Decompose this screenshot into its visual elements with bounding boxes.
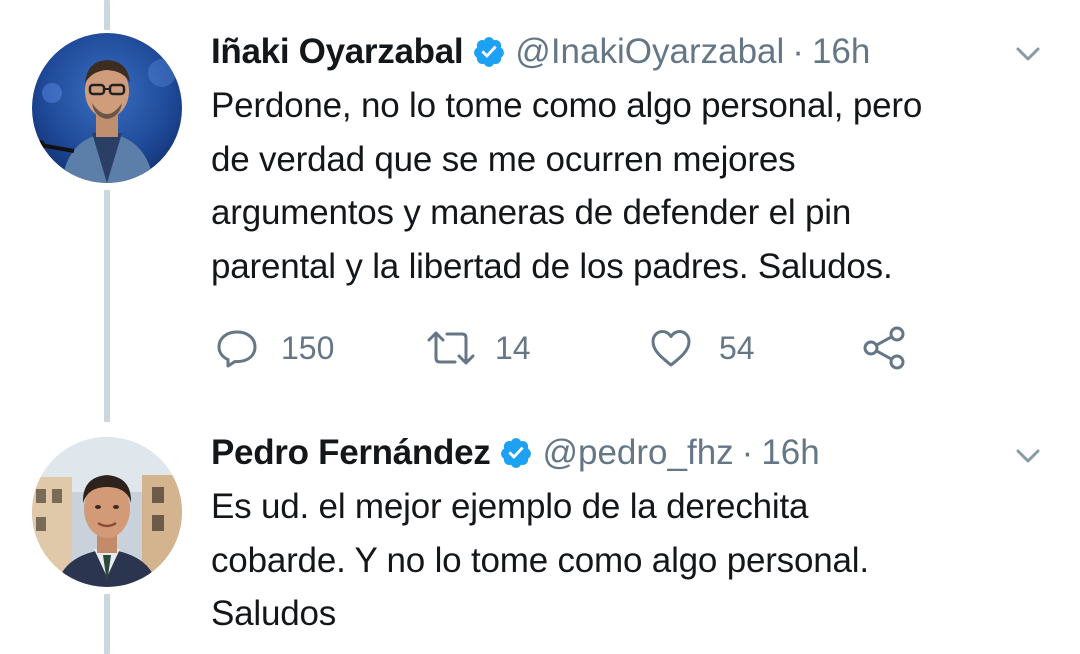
chevron-down-icon[interactable] xyxy=(1012,440,1044,472)
retweet-count: 14 xyxy=(495,329,531,366)
retweet-icon xyxy=(425,326,477,370)
verified-badge-icon xyxy=(499,436,533,470)
text-line: Saludos xyxy=(211,594,337,633)
separator-dot: · xyxy=(741,433,754,472)
tweet-2-header: Pedro Fernández @pedro_fhz · 16h xyxy=(211,431,820,475)
like-count: 54 xyxy=(719,329,755,366)
user-handle[interactable]: @InakiOyarzabal xyxy=(515,30,784,74)
text-line: de verdad que se me ocurren mejores xyxy=(211,139,796,179)
text-line: parental y la libertad de los padres. Sa… xyxy=(211,246,893,286)
tweet-1[interactable]: Iñaki Oyarzabal @InakiOyarzabal · 16h Pe… xyxy=(0,0,1080,420)
reply-count: 150 xyxy=(281,329,335,366)
heart-icon xyxy=(649,326,693,370)
avatar-image xyxy=(32,33,182,183)
timestamp[interactable]: 16h xyxy=(812,30,870,74)
display-name[interactable]: Pedro Fernández xyxy=(211,431,491,475)
chevron-down-icon[interactable] xyxy=(1012,38,1044,70)
share-button[interactable] xyxy=(861,323,909,373)
text-line: cobarde. Y no lo tome como algo personal… xyxy=(211,540,869,580)
tweet-2-text: Es ud. el mejor ejemplo de la derechita … xyxy=(211,480,1051,641)
tweet-1-text: Perdone, no lo tome como algo personal, … xyxy=(211,79,1051,293)
display-name[interactable]: Iñaki Oyarzabal xyxy=(211,30,464,74)
reply-button[interactable]: 150 xyxy=(215,323,334,373)
avatar-image xyxy=(32,437,182,587)
user-handle[interactable]: @pedro_fhz xyxy=(542,431,733,475)
tweet-2[interactable]: Pedro Fernández @pedro_fhz · 16h Es ud. … xyxy=(0,420,1080,654)
retweet-button[interactable]: 14 xyxy=(425,323,531,373)
text-line: Es ud. el mejor ejemplo de la derechita xyxy=(211,487,809,526)
tweet-1-actions: 150 14 54 xyxy=(211,323,931,373)
timestamp[interactable]: 16h xyxy=(761,431,819,475)
separator-dot: · xyxy=(792,32,804,71)
avatar-pedro[interactable] xyxy=(32,437,182,587)
like-button[interactable]: 54 xyxy=(649,323,755,373)
share-icon xyxy=(861,325,909,371)
text-line: argumentos y maneras de defender el pin xyxy=(211,193,852,232)
tweet-1-header: Iñaki Oyarzabal @InakiOyarzabal · 16h xyxy=(211,30,870,74)
verified-badge-icon xyxy=(472,35,506,69)
text-line: Perdone, no lo tome como algo personal, … xyxy=(211,86,923,125)
avatar-inaki[interactable] xyxy=(32,33,182,183)
reply-icon xyxy=(215,326,259,370)
